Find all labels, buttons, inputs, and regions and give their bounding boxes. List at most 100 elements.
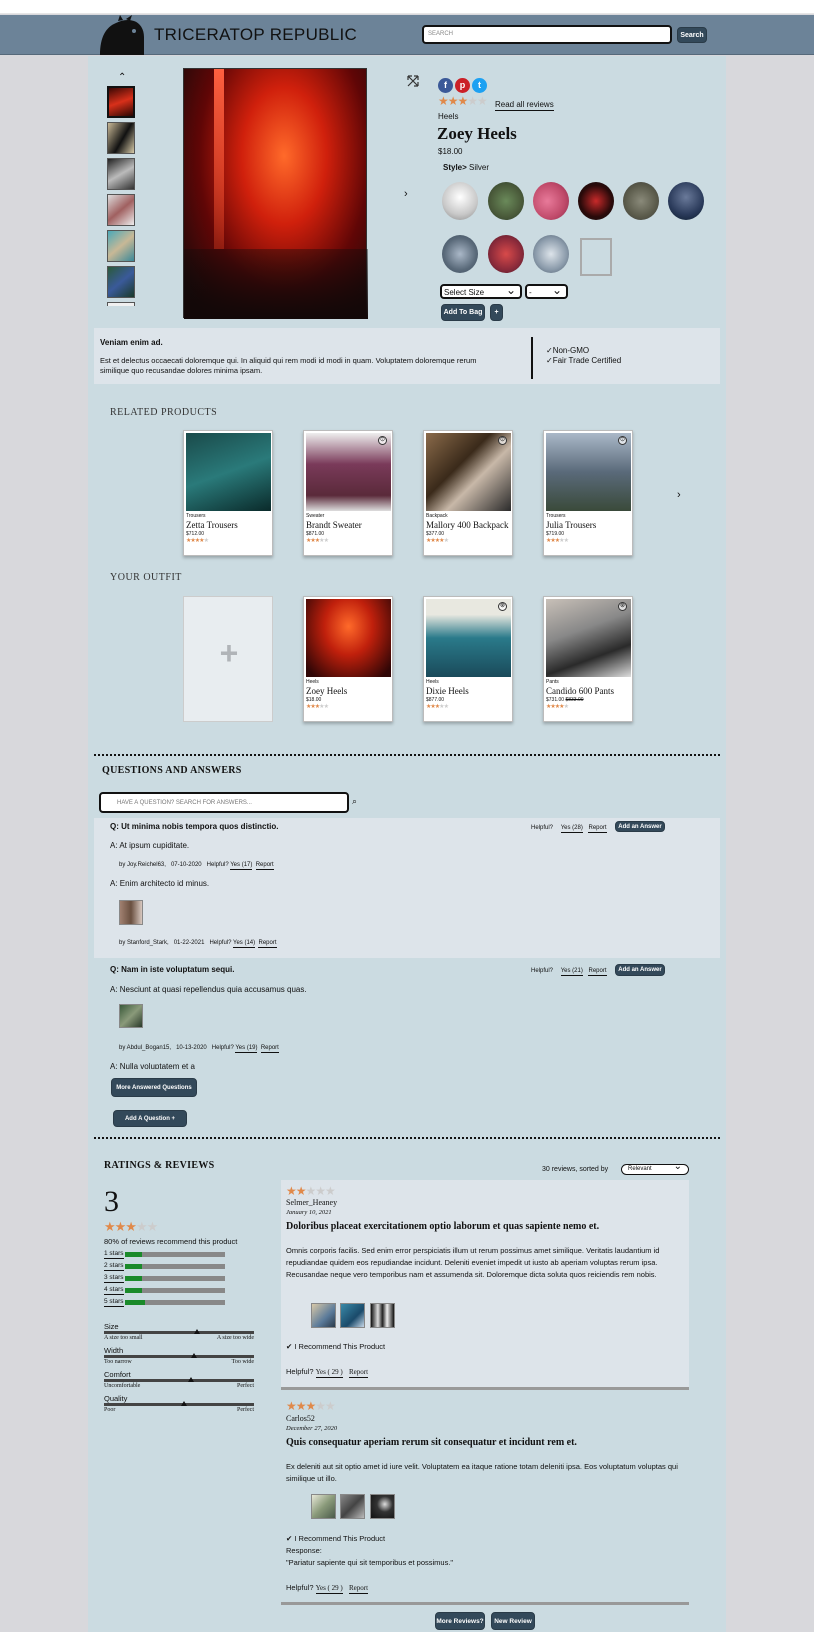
- related-product-card[interactable]: ⊙ Sweater Brandt Sweater $871.00 ★★★★★: [303, 430, 393, 556]
- product-image: [426, 433, 511, 511]
- characteristic-low: Poor: [104, 1407, 116, 1413]
- add-question-button[interactable]: Add A Question +: [113, 1110, 187, 1127]
- star-filter-label[interactable]: 4 stars: [104, 1286, 124, 1295]
- star-action-icon[interactable]: ⊙: [498, 436, 507, 445]
- review-report-link[interactable]: Report: [349, 1584, 369, 1594]
- thumbnail-image[interactable]: [107, 194, 135, 226]
- question-report-link[interactable]: Report: [588, 968, 607, 976]
- add-answer-button[interactable]: Add an Answer: [615, 821, 665, 832]
- thumbnail-image[interactable]: [107, 266, 135, 298]
- review-photo[interactable]: [340, 1303, 365, 1328]
- more-answered-questions-button[interactable]: More Answered Questions: [111, 1078, 197, 1097]
- read-all-reviews-link[interactable]: Read all reviews: [495, 100, 554, 111]
- expand-icon[interactable]: [406, 74, 420, 88]
- star-action-icon[interactable]: ⊙: [618, 436, 627, 445]
- card-category: Backpack: [426, 513, 448, 519]
- related-product-card[interactable]: Trousers Zetta Trousers $712.00 ★★★★★: [183, 430, 273, 556]
- plus-icon: +: [219, 635, 239, 671]
- qa-search-input[interactable]: HAVE A QUESTION? SEARCH FOR ANSWERS...: [99, 792, 349, 813]
- card-stars: ★★★★★: [306, 704, 329, 710]
- card-category: Heels: [306, 679, 319, 685]
- thumbnail-image[interactable]: [107, 302, 135, 306]
- style-swatch[interactable]: [623, 182, 659, 220]
- question-yes-link[interactable]: Yes (28): [560, 825, 583, 833]
- characteristic-bar: [104, 1331, 254, 1334]
- close-icon[interactable]: ⊗: [498, 602, 507, 611]
- new-review-button[interactable]: New Review: [491, 1612, 535, 1630]
- main-product-image[interactable]: [183, 68, 368, 319]
- answer-yes-link[interactable]: Yes (14): [233, 940, 256, 948]
- answer-yes-link[interactable]: Yes (17): [230, 862, 253, 870]
- question-yes-link[interactable]: Yes (21): [560, 968, 583, 976]
- card-name: Candido 600 Pants: [546, 686, 615, 696]
- question-report-link[interactable]: Report: [588, 825, 607, 833]
- characteristic-high: Perfect: [237, 1407, 254, 1413]
- style-swatch[interactable]: [533, 235, 569, 273]
- add-answer-button[interactable]: Add an Answer: [615, 964, 665, 976]
- review-photo[interactable]: [311, 1303, 336, 1328]
- search-placeholder: SEARCH: [428, 31, 454, 37]
- pinterest-icon[interactable]: p: [455, 78, 470, 93]
- style-swatch[interactable]: [578, 182, 614, 220]
- chevron-right-icon[interactable]: ›: [404, 188, 408, 200]
- quantity-select[interactable]: - ⌄: [525, 283, 568, 299]
- style-swatch[interactable]: [533, 182, 569, 220]
- answer-meta: by Joy.Reichel63, 07-10-2020 Helpful? Ye…: [119, 862, 274, 870]
- review-photo[interactable]: [340, 1494, 365, 1519]
- close-icon[interactable]: ⊗: [618, 602, 627, 611]
- review-yes-link[interactable]: Yes ( 29 ): [315, 1584, 343, 1594]
- search-button[interactable]: Search: [677, 27, 707, 43]
- review-photo[interactable]: [311, 1494, 336, 1519]
- review-report-link[interactable]: Report: [349, 1368, 369, 1378]
- outfit-product-card[interactable]: Heels Zoey Heels $18.00 ★★★★★: [303, 596, 393, 722]
- more-reviews-button[interactable]: More Reviews?: [435, 1612, 485, 1630]
- chevron-up-icon[interactable]: ⌃: [118, 72, 126, 83]
- thumbnail-image[interactable]: [107, 230, 135, 262]
- style-swatch[interactable]: [442, 182, 478, 220]
- star-filter-label[interactable]: 2 stars: [104, 1262, 124, 1271]
- search-input[interactable]: SEARCH: [422, 25, 672, 44]
- related-product-card[interactable]: ⊙ Trousers Julia Trousers $719.00 ★★★★★: [543, 430, 633, 556]
- outfit-product-card[interactable]: ⊗ Heels Dixie Heels $877.00 ★★★★★: [423, 596, 513, 722]
- search-icon[interactable]: ⌕: [352, 796, 357, 807]
- star-filter-label[interactable]: 5 stars: [104, 1298, 124, 1307]
- sort-select[interactable]: Relevant ⌄: [621, 1161, 689, 1175]
- review-title: Doloribus placeat exercitationem optio l…: [286, 1221, 600, 1232]
- review-yes-link[interactable]: Yes ( 29 ): [315, 1368, 343, 1378]
- review-photo[interactable]: [370, 1303, 395, 1328]
- style-swatch[interactable]: [488, 182, 524, 220]
- style-swatch-empty[interactable]: [580, 238, 612, 276]
- chevron-down-icon: ⌄: [673, 1161, 682, 1172]
- add-outfit-button[interactable]: +: [490, 304, 503, 321]
- thumbnail-image[interactable]: [107, 122, 135, 154]
- card-stars: ★★★★★: [426, 538, 449, 544]
- twitter-icon[interactable]: t: [472, 78, 487, 93]
- answer-report-link[interactable]: Report: [255, 862, 274, 870]
- answer-yes-link[interactable]: Yes (19): [235, 1045, 258, 1053]
- answer-report-link[interactable]: Report: [260, 1045, 279, 1053]
- answer-photo[interactable]: [119, 1004, 143, 1028]
- thumbnail-image[interactable]: [107, 86, 135, 118]
- answer-report-link[interactable]: Report: [258, 940, 277, 948]
- question-text: Q: Nam in iste voluptatum sequi.: [110, 965, 235, 974]
- add-to-outfit-card[interactable]: +: [183, 596, 273, 722]
- chevron-right-icon[interactable]: ›: [677, 489, 681, 501]
- outfit-product-card[interactable]: ⊗ Pants Candido 600 Pants $731.00 $833.00 ★★…: [543, 596, 633, 722]
- style-swatch[interactable]: [442, 235, 478, 273]
- related-product-card[interactable]: ⊙ Backpack Mallory 400 Backpack $377.00 ★★★★…: [423, 430, 513, 556]
- star-action-icon[interactable]: ⊙: [378, 436, 387, 445]
- style-swatch[interactable]: [668, 182, 704, 220]
- add-to-bag-button[interactable]: Add To Bag: [441, 304, 485, 321]
- star-filter-label[interactable]: 1 stars: [104, 1250, 124, 1259]
- thumbnail-image[interactable]: [107, 158, 135, 190]
- review-photo[interactable]: [370, 1494, 395, 1519]
- answer-photo[interactable]: [119, 900, 143, 925]
- card-name: Zoey Heels: [306, 686, 348, 696]
- star-filter-label[interactable]: 3 stars: [104, 1274, 124, 1283]
- style-swatch[interactable]: [488, 235, 524, 273]
- size-select[interactable]: Select Size ⌄: [440, 283, 522, 299]
- question-helpful: Helpful? Yes (21) Report: [531, 968, 607, 976]
- review-recommend: ✔ I Recommend This Product: [286, 1342, 386, 1351]
- facebook-icon[interactable]: f: [438, 78, 453, 93]
- average-rating: 3: [104, 1185, 119, 1218]
